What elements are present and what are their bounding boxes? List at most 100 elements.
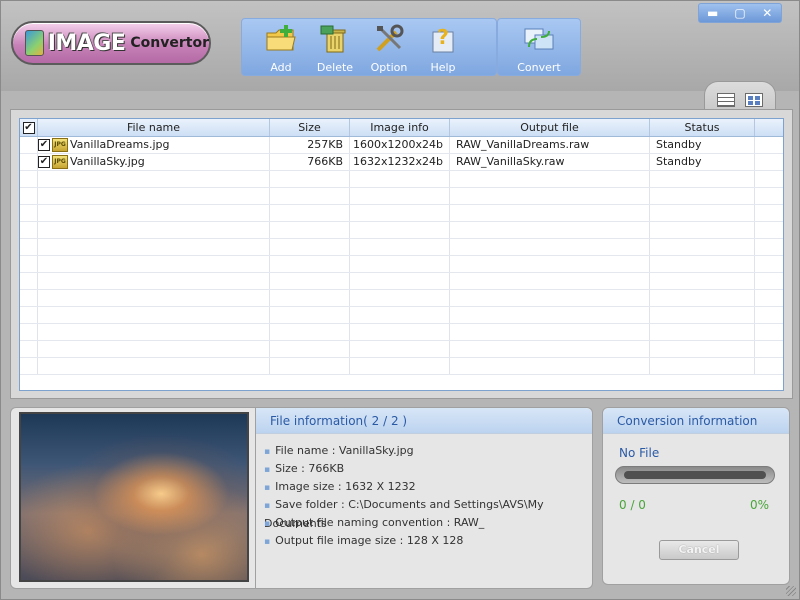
row-checkbox[interactable]: ✔ <box>38 156 50 168</box>
add-button[interactable]: Add <box>254 19 308 75</box>
app-window: ▬ ▢ ✕ IMAGE Convertor Add Delete Option <box>0 0 800 600</box>
option-label: Option <box>370 61 408 74</box>
jpg-file-icon: JPG <box>52 138 68 152</box>
delete-button[interactable]: Delete <box>308 19 362 75</box>
empty-cell <box>270 239 350 255</box>
info-naming-convention: Output file naming convention : RAW_ <box>264 514 592 532</box>
empty-cell <box>20 239 38 255</box>
svg-text:?: ? <box>437 25 449 49</box>
logo-icon <box>25 30 44 56</box>
empty-cell <box>755 290 783 306</box>
header-output-file[interactable]: Output file <box>450 119 650 136</box>
trash-icon <box>318 23 352 55</box>
list-view-icon[interactable] <box>717 92 735 107</box>
empty-cell <box>650 290 755 306</box>
select-all-checkbox[interactable]: ✔ <box>22 121 35 134</box>
empty-cell <box>755 358 783 374</box>
empty-cell <box>650 171 755 187</box>
output-file-cell: RAW_VanillaDreams.raw <box>450 137 650 153</box>
empty-cell <box>650 273 755 289</box>
filler-cell <box>755 154 783 170</box>
minimize-button[interactable]: ▬ <box>703 6 723 20</box>
help-button[interactable]: ? Help <box>416 19 470 75</box>
close-button[interactable]: ✕ <box>757 6 777 20</box>
empty-cell <box>20 341 38 357</box>
header-image-info[interactable]: Image info <box>350 119 450 136</box>
empty-cell <box>38 256 270 272</box>
empty-cell <box>450 188 650 204</box>
info-save-folder: Save folder : C:\Documents and Settings\… <box>264 496 592 530</box>
empty-table-row <box>20 205 783 222</box>
file-name: VanillaDreams.jpg <box>70 138 170 151</box>
empty-cell <box>755 256 783 272</box>
conversion-status: No File <box>619 446 660 460</box>
row-checkbox[interactable]: ✔ <box>38 139 50 151</box>
empty-cell <box>650 256 755 272</box>
empty-cell <box>270 358 350 374</box>
empty-cell <box>38 205 270 221</box>
empty-cell <box>350 358 450 374</box>
empty-table-row <box>20 188 783 205</box>
empty-cell <box>450 307 650 323</box>
output-file-cell: RAW_VanillaSky.raw <box>450 154 650 170</box>
empty-cell <box>650 222 755 238</box>
empty-cell <box>38 324 270 340</box>
tile-view-icon[interactable] <box>745 92 763 107</box>
empty-table-row <box>20 324 783 341</box>
empty-cell <box>450 171 650 187</box>
empty-cell <box>350 324 450 340</box>
empty-cell <box>350 307 450 323</box>
header-status[interactable]: Status <box>650 119 755 136</box>
image-info-cell: 1632x1232x24b <box>350 154 450 170</box>
select-all-cell: ✔ <box>20 119 38 136</box>
empty-cell <box>20 188 38 204</box>
empty-cell <box>650 188 755 204</box>
empty-cell <box>20 290 38 306</box>
delete-label: Delete <box>316 61 354 74</box>
tools-icon <box>372 23 406 55</box>
empty-cell <box>755 239 783 255</box>
table-header: ✔ File name Size Image info Output file … <box>20 119 783 137</box>
table-row[interactable]: ✔ JPG VanillaSky.jpg 766KB 1632x1232x24b… <box>20 154 783 171</box>
header-file-name[interactable]: File name <box>38 119 270 136</box>
empty-cell <box>38 341 270 357</box>
table-row[interactable]: ✔ JPG VanillaDreams.jpg 257KB 1600x1200x… <box>20 137 783 154</box>
progress-track <box>624 471 766 479</box>
file-table: ✔ File name Size Image info Output file … <box>19 118 784 391</box>
file-name-cell: ✔ JPG VanillaDreams.jpg <box>38 137 270 153</box>
empty-cell <box>755 188 783 204</box>
empty-cell <box>20 324 38 340</box>
empty-cell <box>20 273 38 289</box>
empty-cell <box>350 256 450 272</box>
empty-table-row <box>20 239 783 256</box>
empty-cell <box>270 188 350 204</box>
empty-cell <box>270 222 350 238</box>
logo-subtitle: Convertor <box>130 35 209 51</box>
maximize-button[interactable]: ▢ <box>730 6 750 20</box>
status-cell: Standby <box>650 137 755 153</box>
option-button[interactable]: Option <box>362 19 416 75</box>
header-size[interactable]: Size <box>270 119 350 136</box>
size-cell: 257KB <box>270 137 350 153</box>
info-image-size: Image size : 1632 X 1232 <box>264 478 592 496</box>
help-icon: ? <box>426 23 460 55</box>
status-cell: Standby <box>650 154 755 170</box>
empty-table-row <box>20 358 783 375</box>
file-information-title: File information( 2 / 2 ) <box>256 408 592 434</box>
file-name-cell: ✔ JPG VanillaSky.jpg <box>38 154 270 170</box>
empty-cell <box>755 307 783 323</box>
progress-percent: 0% <box>749 498 769 512</box>
empty-cell <box>20 256 38 272</box>
empty-table-row <box>20 290 783 307</box>
empty-cell <box>650 341 755 357</box>
cancel-button[interactable]: Cancel <box>659 540 739 560</box>
empty-cell <box>38 239 270 255</box>
empty-cell <box>20 307 38 323</box>
empty-cell <box>755 222 783 238</box>
resize-grip[interactable] <box>786 586 796 596</box>
convert-button[interactable]: Convert <box>512 19 566 75</box>
folder-add-icon <box>264 23 298 55</box>
empty-cell <box>650 324 755 340</box>
empty-cell <box>350 171 450 187</box>
empty-table-row <box>20 256 783 273</box>
